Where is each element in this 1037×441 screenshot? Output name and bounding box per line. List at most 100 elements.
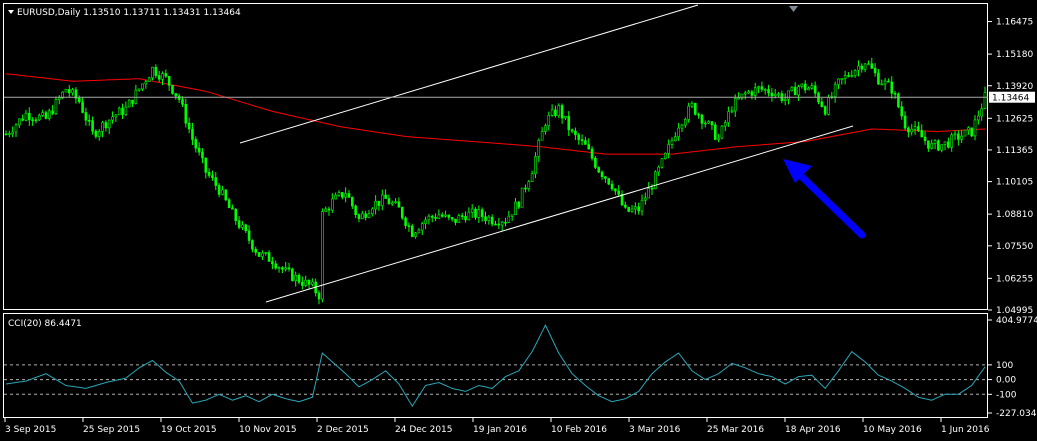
candle-body [207,172,211,176]
candle-body [967,127,970,131]
candle-body [254,248,258,253]
candle-body [900,106,904,117]
candle-body [71,89,74,94]
candle-body [743,92,747,95]
candle-body [184,103,188,124]
candle-body [447,214,451,218]
cci-axis-label: 404.9774 [996,316,1037,326]
time-axis: 3 Sep 2015 25 Sep 2015 19 Oct 2015 10 Nov 2… [4,418,990,435]
candle-body [201,151,204,159]
candle-body [187,122,191,130]
candle-body [281,267,284,270]
candle-body [910,128,914,133]
candle-body [217,185,221,195]
shift-marker-icon[interactable] [789,6,798,12]
candle-body [627,206,630,212]
candle-body [131,99,134,104]
candle-body [387,198,391,205]
time-axis-label: 25 Mar 2016 [707,425,764,435]
candle-body [450,217,454,220]
candle-body [957,133,960,140]
candle-body [647,187,650,199]
candle-body [820,101,824,107]
candle-body [101,122,104,132]
candle-body [554,109,557,116]
candle-body [11,131,14,134]
time-axis-label: 25 Sep 2015 [83,425,140,435]
candle-body [657,166,660,173]
candle-body [630,208,634,212]
candle-body [237,220,241,228]
candle-body [707,121,710,124]
candle-body [460,215,464,217]
candle-body [420,223,424,231]
candle-body [264,252,268,254]
candle-body [650,187,654,190]
candle-body [730,110,734,113]
candle-body [114,114,118,118]
candle-body [907,127,910,133]
candle-body [930,143,934,149]
candle-body [877,72,880,85]
candle-body [257,252,261,257]
candle-body [883,80,887,85]
candle-body [670,140,674,145]
candle-body [574,130,577,136]
candle-body [640,199,644,212]
candle-body [530,173,534,182]
candle-body [983,92,987,109]
candle-body [664,152,667,160]
price-axis-label: 1.12625 [996,114,1033,124]
candle-body [334,194,337,200]
price-axis-label: 1.08810 [996,210,1033,220]
candle-body [727,111,730,123]
candle-body [723,122,727,127]
candle-body [164,73,168,77]
candle-body [147,77,151,83]
time-axis-label: 1 Jun 2016 [941,425,990,435]
candle-body [634,206,637,210]
candle-body [577,134,581,140]
time-axis-label: 18 Apr 2016 [785,425,841,435]
candle-body [221,189,224,195]
cci-axis-label: 100 [996,361,1013,371]
candle-body [307,279,311,285]
candle-body [34,119,38,122]
candle-body [181,99,184,105]
candle-body [637,206,640,212]
candle-body [157,75,161,80]
candle-body [287,267,291,270]
candle-body [214,177,218,186]
candle-body [887,80,890,83]
candle-body [171,85,174,94]
candle-body [24,112,28,121]
candle-body [923,136,927,142]
candle-body [331,198,334,211]
candle-body [753,87,757,96]
candle-body [47,110,51,119]
time-axis-label: 24 Dec 2015 [395,425,453,435]
candle-body [407,225,411,227]
candle-body [953,133,957,136]
candle-body [364,213,367,218]
candle-body [833,84,837,97]
candle-body [857,65,860,71]
candle-body [117,107,121,116]
cci-axis-label: 0.00 [996,376,1016,386]
candle-body [54,99,58,114]
candle-body [893,92,897,95]
symbol-menu-icon[interactable] [8,10,14,14]
price-axis-label: 1.11365 [996,146,1033,156]
candle-body [107,119,111,129]
candle-body [644,197,647,201]
price-axis: 1.16475 1.15180 1.13920 1.12625 1.11365 1.101… [988,18,1033,316]
candle-body [361,213,364,219]
time-axis-label: 19 Oct 2015 [161,425,217,435]
candle-body [127,99,131,108]
candle-body [927,140,930,149]
candle-body [464,216,467,221]
candle-body [154,66,158,76]
candle-body [783,98,787,101]
candle-body [8,133,11,135]
candle-body [311,281,314,285]
